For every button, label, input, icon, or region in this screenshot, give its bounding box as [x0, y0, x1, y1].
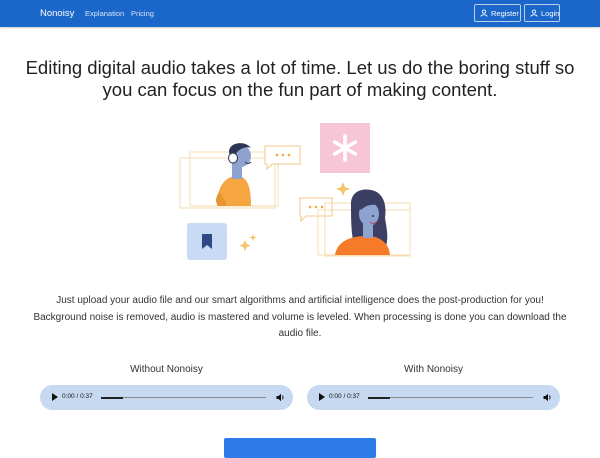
login-button[interactable]: Login	[524, 4, 560, 22]
login-label: Login	[541, 8, 560, 18]
user-icon	[530, 9, 538, 17]
play-icon[interactable]	[52, 393, 58, 401]
hero-illustration	[179, 123, 411, 260]
primary-cta-button[interactable]	[224, 438, 376, 458]
player-seek-bar[interactable]	[368, 396, 533, 399]
player-time: 0:00 / 0:37	[329, 393, 360, 400]
player-seek-fill	[101, 396, 123, 399]
register-button[interactable]: Register	[474, 4, 521, 22]
hero-description: Just upload your audio file and our smar…	[33, 295, 567, 339]
play-icon[interactable]	[319, 393, 325, 401]
register-label: Register	[491, 8, 519, 18]
player-seek-fill	[368, 396, 390, 399]
user-icon	[480, 9, 488, 17]
brand-logo[interactable]: Nonoisy	[40, 8, 74, 19]
volume-icon[interactable]	[276, 393, 285, 402]
top-navbar: Nonoisy Explanation Pricing Register Log…	[0, 0, 600, 27]
player-time: 0:00 / 0:37	[62, 393, 93, 400]
hero-headline: Editing digital audio takes a lot of tim…	[25, 57, 575, 100]
label-with-nonoisy: With Nonoisy	[404, 364, 463, 375]
audio-player-with[interactable]: 0:00 / 0:37	[307, 385, 560, 410]
nav-link-pricing[interactable]: Pricing	[131, 9, 154, 18]
player-seek-bar[interactable]	[101, 396, 266, 399]
nav-link-explanation[interactable]: Explanation	[85, 9, 124, 18]
volume-icon[interactable]	[543, 393, 552, 402]
audio-player-without[interactable]: 0:00 / 0:37	[40, 385, 293, 410]
label-without-nonoisy: Without Nonoisy	[130, 364, 203, 375]
